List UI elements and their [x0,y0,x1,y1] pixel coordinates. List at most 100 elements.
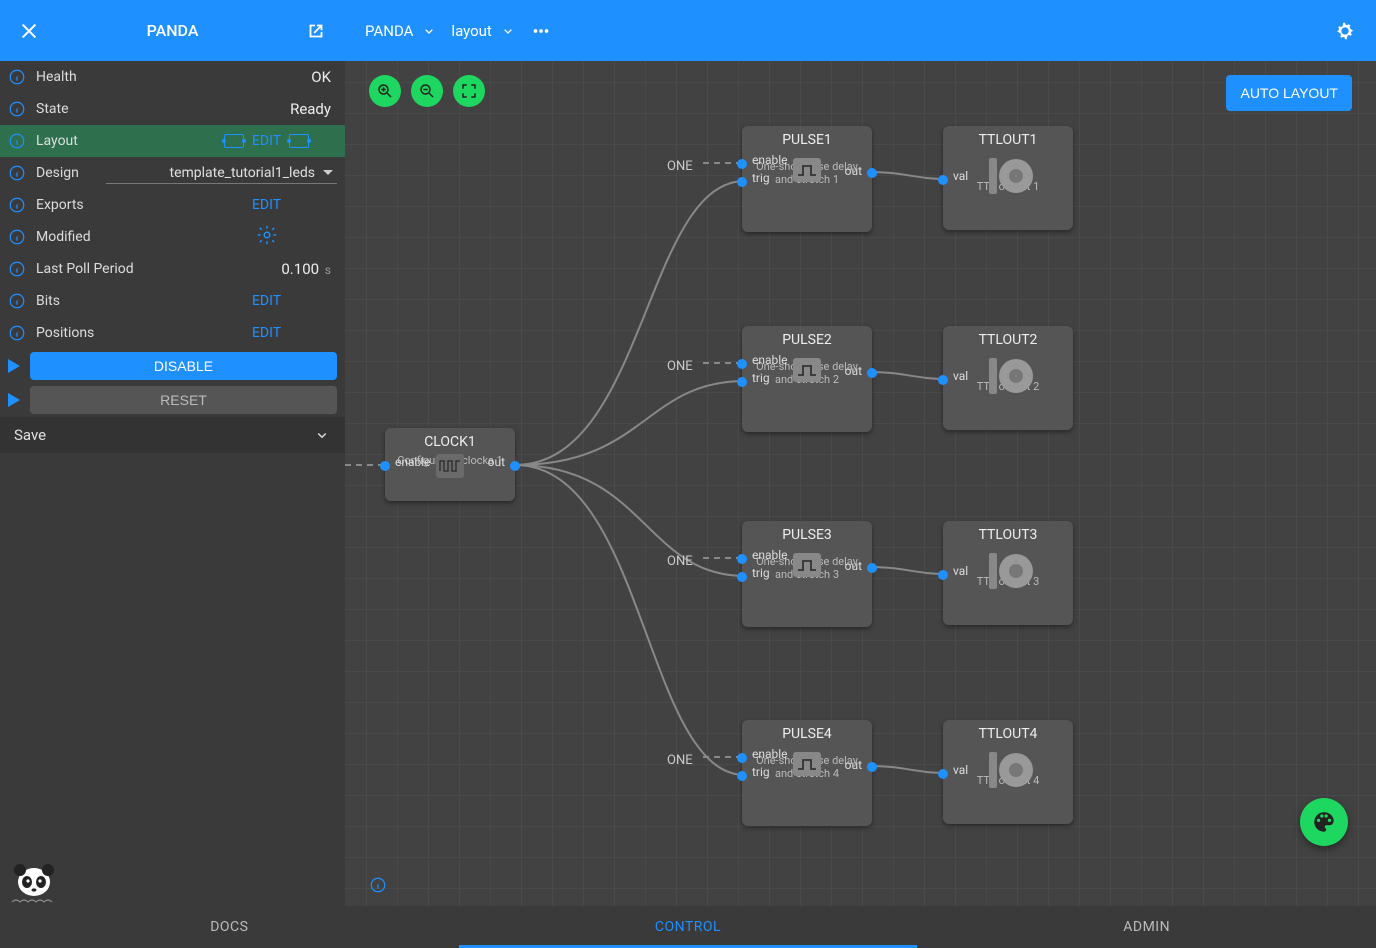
port-out[interactable] [867,563,877,573]
node-pulse4[interactable]: PULSE4 enable trig out One-shot pulse de… [742,720,872,826]
port-val[interactable] [938,570,948,580]
info-icon[interactable] [8,164,26,182]
node-ttlout3[interactable]: TTLOUT3 val TTL output 3 [943,521,1073,625]
design-select[interactable]: template_tutorial1_leds [106,163,337,184]
breadcrumb-child-label: layout [451,22,491,40]
layout-bracket-right-icon [289,134,309,148]
node-title: CLOCK1 [385,428,515,452]
positions-label: Positions [36,325,186,341]
port-out[interactable] [867,762,877,772]
port-enable[interactable] [380,461,390,471]
port-out-label: out [845,559,862,573]
info-icon[interactable] [8,196,26,214]
port-out[interactable] [867,368,877,378]
layout-edit[interactable]: EDIT [196,133,337,149]
gear-icon[interactable] [1334,20,1356,42]
port-enable-label: enable [395,455,431,469]
row-bits: Bits EDIT [0,285,345,317]
port-val-label: val [953,369,968,383]
port-enable[interactable] [737,359,747,369]
node-title: PULSE4 [742,720,872,744]
row-exports: Exports EDIT [0,189,345,221]
canvas[interactable]: AUTO LAYOUT CLOCK1 enable o [345,61,1376,906]
close-icon[interactable] [18,20,40,42]
more-icon[interactable] [530,20,552,42]
port-trig[interactable] [737,572,747,582]
fit-screen-button[interactable] [453,75,485,107]
info-icon[interactable] [8,324,26,342]
chevron-down-icon [421,23,437,39]
port-enable-label: enable [752,153,788,167]
canvas-info-icon[interactable] [369,876,387,894]
positions-edit[interactable]: EDIT [196,325,337,341]
one-label: ONE [667,554,693,569]
info-icon[interactable] [8,100,26,118]
node-ttlout1[interactable]: TTLOUT1 val TTL output 1 [943,126,1073,230]
tab-control[interactable]: CONTROL [459,906,918,948]
node-title: PULSE3 [742,521,872,545]
breadcrumb-child[interactable]: layout [451,22,515,40]
sidebar: Health OK State Ready Layout EDIT Design… [0,61,345,906]
design-label: Design [36,165,96,181]
tab-docs[interactable]: DOCS [0,906,459,948]
port-trig-label: trig [752,171,770,185]
pulse-icon [793,158,821,182]
one-label: ONE [667,753,693,768]
port-trig[interactable] [737,377,747,387]
node-pulse2[interactable]: PULSE2 enable trig out One-shot pulse de… [742,326,872,432]
auto-layout-button[interactable]: AUTO LAYOUT [1226,75,1352,111]
port-val[interactable] [938,175,948,185]
info-icon[interactable] [8,68,26,86]
node-ttlout2[interactable]: TTLOUT2 val TTL output 2 [943,326,1073,430]
port-enable[interactable] [737,159,747,169]
tab-admin[interactable]: ADMIN [917,906,1376,948]
row-layout[interactable]: Layout EDIT [0,125,345,157]
topbar: PANDA PANDA layout [0,0,1376,61]
port-trig[interactable] [737,177,747,187]
port-trig-label: trig [752,566,770,580]
row-health: Health OK [0,61,345,93]
layout-bracket-left-icon [224,134,244,148]
bits-edit[interactable]: EDIT [196,293,337,309]
panda-logo-icon [10,862,58,904]
exports-edit[interactable]: EDIT [196,197,337,213]
node-title: PULSE1 [742,126,872,150]
row-design: Design template_tutorial1_leds [0,157,345,189]
breadcrumb-root[interactable]: PANDA [365,22,437,40]
port-enable-label: enable [752,353,788,367]
port-trig-label: trig [752,371,770,385]
info-icon[interactable] [8,132,26,150]
port-val[interactable] [938,375,948,385]
node-title: TTLOUT3 [943,521,1073,545]
dropdown-triangle-icon [323,170,333,175]
reset-button[interactable]: RESET [30,386,337,414]
node-title: PULSE2 [742,326,872,350]
port-enable[interactable] [737,554,747,564]
pulse-icon [793,752,821,776]
port-enable[interactable] [737,753,747,763]
palette-fab[interactable] [1300,798,1348,846]
save-expand[interactable]: Save [0,417,345,453]
health-value: OK [196,68,337,86]
open-external-icon[interactable] [305,20,327,42]
node-title: TTLOUT2 [943,326,1073,350]
port-out[interactable] [867,168,877,178]
row-disable: DISABLE [0,349,345,383]
zoom-out-button[interactable] [411,75,443,107]
port-out-label: out [488,455,505,469]
port-out-label: out [845,164,862,178]
port-out[interactable] [510,461,520,471]
node-clock1[interactable]: CLOCK1 enable out Configurable clocks 1 [385,428,515,501]
chevron-down-icon [500,23,516,39]
node-pulse3[interactable]: PULSE3 enable trig out One-shot pulse de… [742,521,872,627]
modified-gear-icon[interactable] [196,224,337,250]
node-pulse1[interactable]: PULSE1 enable trig out One-shot pulse de… [742,126,872,232]
disable-button[interactable]: DISABLE [30,352,337,380]
info-icon[interactable] [8,228,26,246]
info-icon[interactable] [8,260,26,278]
port-val[interactable] [938,769,948,779]
info-icon[interactable] [8,292,26,310]
zoom-in-button[interactable] [369,75,401,107]
node-ttlout4[interactable]: TTLOUT4 val TTL output 4 [943,720,1073,824]
port-trig[interactable] [737,771,747,781]
